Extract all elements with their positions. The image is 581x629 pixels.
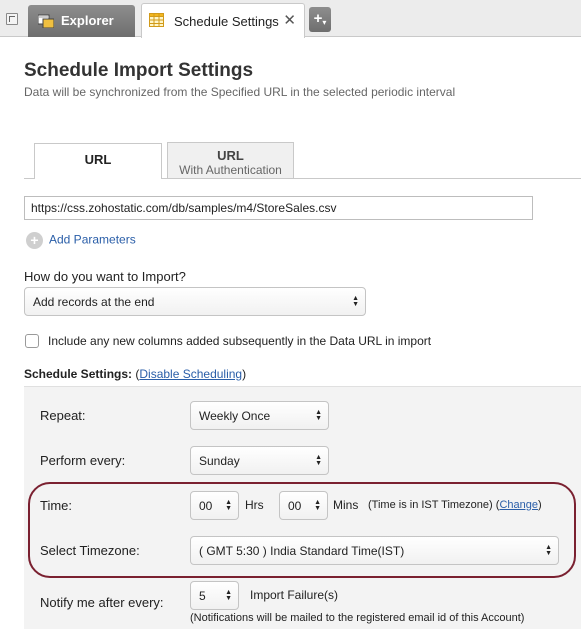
minutes-value: 00 <box>288 498 302 513</box>
hrs-label: Hrs <box>245 498 264 512</box>
time-label: Time: <box>40 498 73 513</box>
updown-arrows-icon: ▲ ▼ <box>225 588 232 602</box>
repeat-select[interactable]: Weekly Once ▲ ▼ <box>190 401 329 430</box>
close-icon[interactable]: ✕ <box>283 11 296 29</box>
hours-value: 00 <box>199 498 213 513</box>
include-columns-label: Include any new columns added subsequent… <box>48 334 432 348</box>
updown-arrows-icon: ▲ ▼ <box>314 498 321 512</box>
updown-arrows-icon: ▲ ▼ <box>225 498 232 512</box>
include-columns-checkbox[interactable] <box>25 334 39 348</box>
page-subtitle: Data will be synchronized from the Speci… <box>24 85 456 99</box>
timezone-note: (Time is in IST Timezone) (Change) <box>368 499 542 511</box>
tab-url-with-authentication[interactable]: URL With Authentication <box>167 142 294 178</box>
perform-every-select[interactable]: Sunday ▲ ▼ <box>190 446 329 475</box>
schedule-settings-title: Schedule Settings: <box>24 367 133 381</box>
notify-count-value: 5 <box>199 588 206 603</box>
paren-close: ) <box>242 367 247 381</box>
updown-arrows-icon: ▲ ▼ <box>545 543 552 557</box>
tab-explorer-label: Explorer <box>61 13 114 28</box>
chevron-down-icon: ▾ <box>322 18 327 27</box>
add-tab-button[interactable]: +▾ <box>309 7 331 32</box>
tab-url-auth-label: URL <box>217 148 244 163</box>
notify-note: (Notifications will be mailed to the reg… <box>190 612 525 624</box>
page-title: Schedule Import Settings <box>24 60 254 81</box>
import-mode-select[interactable]: Add records at the end ▲ ▼ <box>24 287 366 316</box>
url-input[interactable] <box>24 196 533 220</box>
updown-arrows-icon: ▲ ▼ <box>352 294 359 308</box>
select-timezone-label: Select Timezone: <box>40 543 140 558</box>
timezone-select[interactable]: ( GMT 5:30 ) India Standard Time(IST) ▲ ▼ <box>190 536 559 565</box>
tab-bar: Explorer Schedule Settings ✕ +▾ <box>0 0 581 38</box>
minutes-select[interactable]: 00 ▲ ▼ <box>279 491 328 520</box>
tab-explorer[interactable]: Explorer <box>28 5 135 37</box>
repeat-value: Weekly Once <box>199 408 271 423</box>
tab-url-label: URL <box>84 152 112 167</box>
perform-every-value: Sunday <box>199 453 240 468</box>
tab-schedule-settings-label: Schedule Settings <box>174 14 279 29</box>
explorer-icon <box>38 14 54 28</box>
updown-arrows-icon: ▲ ▼ <box>315 453 322 467</box>
tab-schedule-settings[interactable]: Schedule Settings ✕ <box>141 3 305 38</box>
mins-label: Mins <box>333 498 359 512</box>
import-mode-value: Add records at the end <box>33 294 155 309</box>
add-parameters-label: Add Parameters <box>49 232 136 247</box>
hours-select[interactable]: 00 ▲ ▼ <box>190 491 239 520</box>
tab-url-auth-sublabel: With Authentication <box>179 163 282 177</box>
plus-circle-icon: + <box>26 232 43 249</box>
repeat-label: Repeat: <box>40 408 86 423</box>
spreadsheet-icon <box>149 13 164 27</box>
import-mode-label: How do you want to Import? <box>24 269 186 284</box>
updown-arrows-icon: ▲ ▼ <box>315 408 322 422</box>
notify-count-select[interactable]: 5 ▲ ▼ <box>190 581 239 610</box>
perform-every-label: Perform every: <box>40 453 126 468</box>
add-parameters-link[interactable]: + Add Parameters <box>26 232 136 249</box>
tab-url[interactable]: URL <box>34 143 162 179</box>
pin-icon[interactable] <box>6 13 18 25</box>
schedule-settings-heading: Schedule Settings: (Disable Scheduling) <box>24 367 246 381</box>
timezone-note-text: (Time is in IST Timezone) <box>368 499 493 511</box>
paren-close: ) <box>537 499 542 511</box>
change-timezone-link[interactable]: Change <box>499 499 538 511</box>
disable-scheduling-link[interactable]: Disable Scheduling <box>139 367 242 381</box>
notify-suffix: Import Failure(s) <box>250 588 339 602</box>
timezone-value: ( GMT 5:30 ) India Standard Time(IST) <box>199 543 405 558</box>
notify-label: Notify me after every: <box>40 595 164 610</box>
